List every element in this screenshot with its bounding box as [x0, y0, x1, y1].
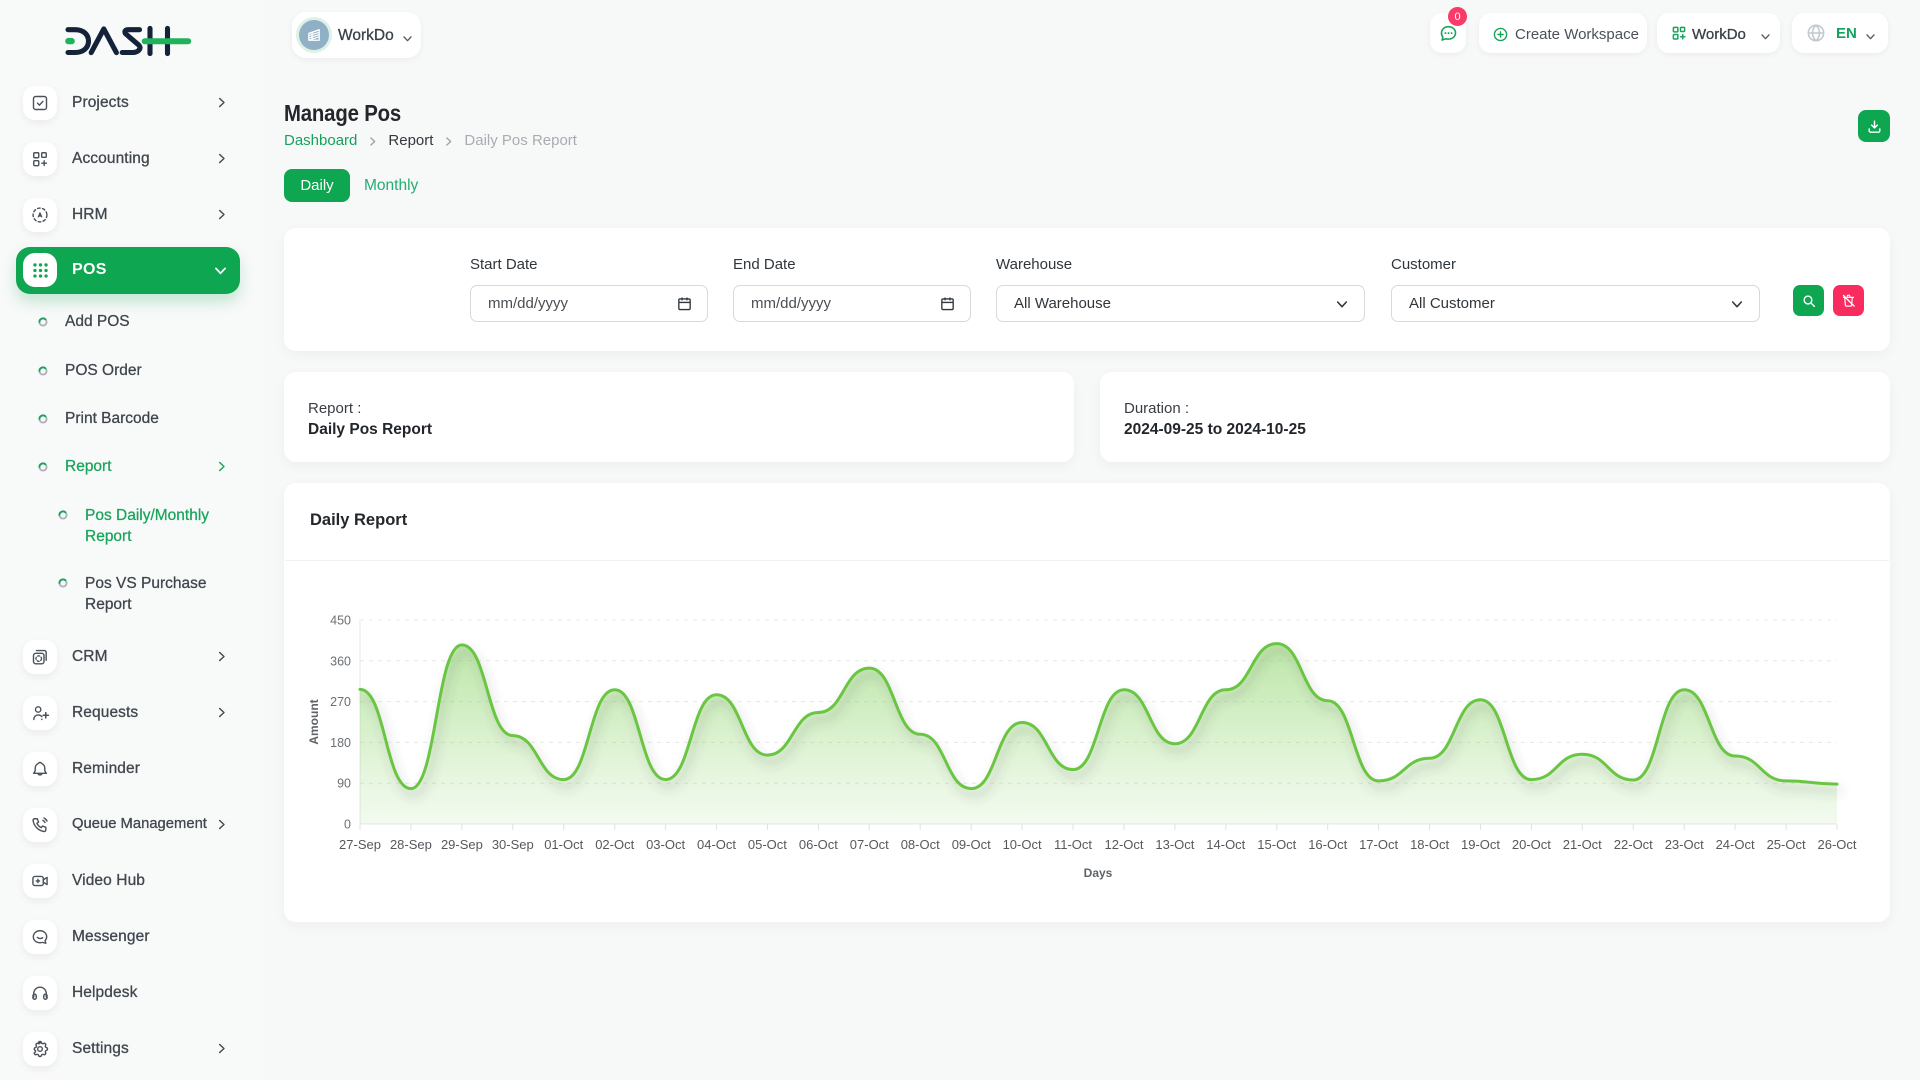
svg-text:90: 90 [337, 777, 351, 791]
svg-text:05-Oct: 05-Oct [748, 837, 787, 852]
svg-text:10-Oct: 10-Oct [1003, 837, 1042, 852]
svg-text:180: 180 [330, 736, 351, 750]
svg-text:21-Oct: 21-Oct [1563, 837, 1602, 852]
svg-text:270: 270 [330, 695, 351, 709]
svg-text:29-Sep: 29-Sep [441, 837, 483, 852]
svg-text:02-Oct: 02-Oct [595, 837, 634, 852]
svg-text:450: 450 [330, 614, 351, 628]
svg-text:17-Oct: 17-Oct [1359, 837, 1398, 852]
svg-text:0: 0 [344, 818, 351, 832]
svg-text:25-Oct: 25-Oct [1767, 837, 1806, 852]
svg-text:16-Oct: 16-Oct [1308, 837, 1347, 852]
svg-text:24-Oct: 24-Oct [1716, 837, 1755, 852]
svg-text:06-Oct: 06-Oct [799, 837, 838, 852]
svg-text:360: 360 [330, 654, 351, 668]
svg-text:12-Oct: 12-Oct [1104, 837, 1143, 852]
svg-text:11-Oct: 11-Oct [1054, 837, 1092, 852]
svg-text:19-Oct: 19-Oct [1461, 837, 1500, 852]
svg-text:04-Oct: 04-Oct [697, 837, 736, 852]
svg-text:15-Oct: 15-Oct [1257, 837, 1296, 852]
svg-text:08-Oct: 08-Oct [901, 837, 940, 852]
svg-text:07-Oct: 07-Oct [850, 837, 889, 852]
svg-text:23-Oct: 23-Oct [1665, 837, 1704, 852]
svg-text:03-Oct: 03-Oct [646, 837, 685, 852]
svg-text:01-Oct: 01-Oct [544, 837, 583, 852]
svg-text:27-Sep: 27-Sep [339, 837, 381, 852]
svg-text:Days: Days [1084, 866, 1113, 880]
svg-text:28-Sep: 28-Sep [390, 837, 432, 852]
svg-text:18-Oct: 18-Oct [1410, 837, 1449, 852]
svg-text:22-Oct: 22-Oct [1614, 837, 1653, 852]
svg-text:13-Oct: 13-Oct [1155, 837, 1194, 852]
svg-text:14-Oct: 14-Oct [1206, 837, 1245, 852]
svg-text:Amount: Amount [307, 699, 321, 744]
svg-text:30-Sep: 30-Sep [492, 837, 534, 852]
svg-text:20-Oct: 20-Oct [1512, 837, 1551, 852]
svg-text:26-Oct: 26-Oct [1817, 837, 1856, 852]
svg-text:09-Oct: 09-Oct [952, 837, 991, 852]
